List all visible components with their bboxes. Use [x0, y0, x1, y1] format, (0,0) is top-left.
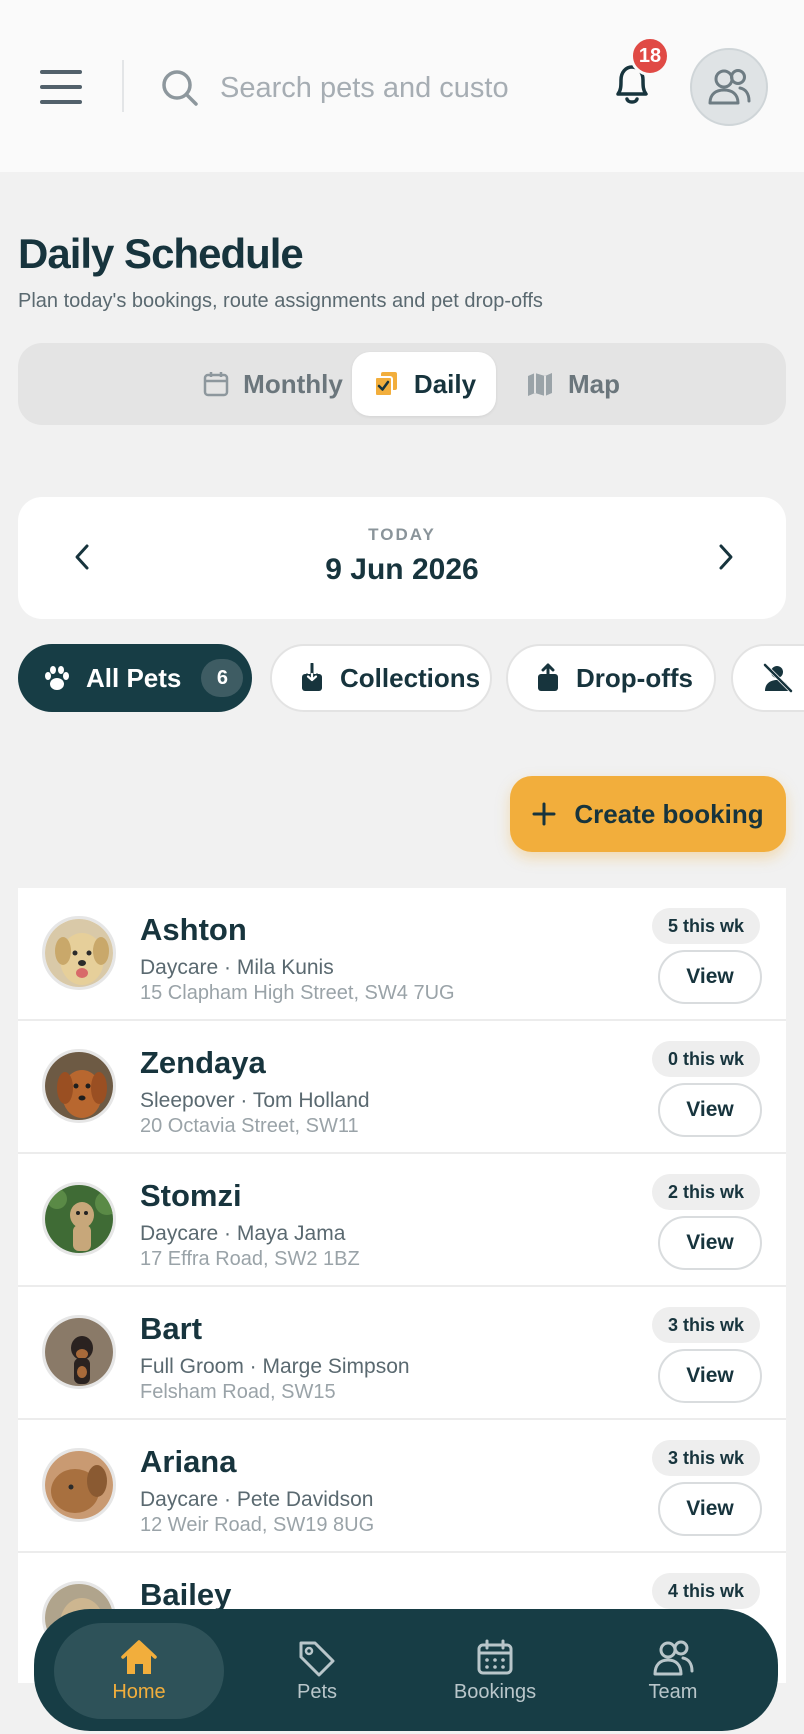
pet-service: Daycare · Maya Jama	[140, 1222, 346, 1245]
filter-chips: All Pets 6 Collections Drop-offs	[18, 644, 804, 712]
pet-service: Sleepover · Tom Holland	[140, 1089, 370, 1112]
users-icon	[708, 69, 751, 105]
search-input[interactable]	[220, 71, 510, 105]
current-date: 9 Jun 2026	[325, 553, 479, 586]
weekly-count-badge: 3 this wk	[651, 1307, 760, 1343]
search-icon	[162, 70, 198, 106]
page-subtitle: Plan today's bookings, route assignments…	[18, 290, 543, 312]
view-switch: Monthly Daily Map	[18, 343, 786, 425]
weekly-count-badge: 3 this wk	[651, 1440, 760, 1476]
user-off-icon	[763, 663, 793, 693]
filter-collections[interactable]: Collections	[270, 644, 492, 712]
pet-photo	[42, 916, 116, 990]
pet-service: Daycare · Mila Kunis	[140, 956, 334, 979]
pet-name: Ariana	[140, 1444, 237, 1479]
pet-address: 20 Octavia Street, SW11	[140, 1115, 359, 1137]
pet-address: Felsham Road, SW15	[140, 1381, 336, 1403]
filter-all-pets-label: All Pets	[86, 662, 182, 693]
view-button[interactable]: View	[658, 1083, 762, 1137]
top-bar: 18	[0, 0, 804, 172]
pet-address: 12 Weir Road, SW19 8UG	[140, 1514, 375, 1536]
create-booking-button[interactable]: Create booking	[510, 776, 786, 852]
pet-name: Zendaya	[140, 1045, 266, 1080]
nav-team-label: Team	[648, 1680, 698, 1703]
pet-photo	[42, 1315, 116, 1389]
collection-icon	[302, 663, 322, 691]
tab-daily[interactable]: Daily	[352, 352, 496, 416]
search-bar	[160, 60, 520, 116]
nav-home-label: Home	[112, 1680, 166, 1703]
nav-pets-label: Pets	[296, 1680, 338, 1703]
notification-badge: 18	[630, 36, 670, 76]
pet-photo	[42, 1049, 116, 1123]
profile-avatar[interactable]	[690, 48, 768, 126]
pet-name: Stomzi	[140, 1178, 242, 1213]
view-button[interactable]: View	[658, 950, 762, 1004]
calendar-grid-icon	[477, 1639, 513, 1674]
nav-home[interactable]: Home	[54, 1623, 224, 1719]
tab-monthly-label: Monthly	[243, 368, 343, 399]
plus-icon	[532, 802, 556, 826]
weekly-count-badge: 0 this wk	[651, 1041, 760, 1077]
date-label: TODAY	[368, 525, 436, 544]
page-title: Daily Schedule	[18, 230, 304, 277]
weekly-count-badge: 2 this wk	[651, 1174, 760, 1210]
pet-photo	[42, 1448, 116, 1522]
map-icon	[528, 373, 552, 396]
pet-photo	[42, 1182, 116, 1256]
filter-all-pets[interactable]: All Pets 6	[18, 644, 252, 712]
pet-address: 17 Effra Road, SW2 1BZ	[140, 1248, 360, 1270]
tab-monthly[interactable]: Monthly	[188, 352, 358, 416]
nav-bookings[interactable]: Bookings	[410, 1623, 580, 1719]
daily-check-icon	[373, 372, 397, 397]
bottom-navigation: Home Pets Bookings Team	[34, 1609, 778, 1731]
filter-dropoffs[interactable]: Drop-offs	[506, 644, 716, 712]
list-item[interactable]: Zendaya Sleepover · Tom Holland 20 Octav…	[18, 1021, 786, 1154]
view-button[interactable]: View	[658, 1349, 762, 1403]
filter-dropoffs-label: Drop-offs	[576, 662, 693, 693]
chevron-right-icon	[719, 544, 733, 570]
date-navigator: TODAY 9 Jun 2026	[18, 497, 786, 619]
pet-service: Full Groom · Marge Simpson	[140, 1355, 410, 1378]
create-booking-label: Create booking	[574, 798, 764, 829]
hamburger-menu-icon[interactable]	[40, 70, 82, 104]
list-item[interactable]: Ariana Daycare · Pete Davidson 12 Weir R…	[18, 1420, 786, 1553]
dropoff-icon	[538, 663, 558, 691]
pet-name: Ashton	[140, 912, 247, 947]
view-button[interactable]: View	[658, 1216, 762, 1270]
pet-service: Daycare · Pete Davidson	[140, 1488, 374, 1511]
tab-map-label: Map	[568, 368, 620, 399]
weekly-count-badge: 4 this wk	[651, 1573, 760, 1609]
team-icon	[653, 1640, 694, 1675]
weekly-count-badge: 5 this wk	[651, 908, 760, 944]
list-item[interactable]: Ashton Daycare · Mila Kunis 15 Clapham H…	[18, 888, 786, 1021]
list-item[interactable]: Stomzi Daycare · Maya Jama 17 Effra Road…	[18, 1154, 786, 1287]
pet-list: Ashton Daycare · Mila Kunis 15 Clapham H…	[18, 888, 786, 1683]
tab-daily-label: Daily	[413, 368, 477, 399]
pet-name: Bailey	[140, 1577, 232, 1612]
calendar-icon	[203, 372, 229, 397]
paw-icon	[45, 666, 69, 690]
view-button[interactable]: View	[658, 1482, 762, 1536]
all-pets-count-badge: 6	[201, 659, 244, 697]
pet-name: Bart	[140, 1311, 203, 1346]
nav-team[interactable]: Team	[588, 1623, 758, 1719]
pet-address: 15 Clapham High Street, SW4 7UG	[140, 982, 455, 1004]
nav-pets[interactable]: Pets	[232, 1623, 402, 1719]
next-day-button[interactable]	[704, 535, 748, 579]
filter-unassigned[interactable]	[731, 644, 804, 712]
nav-bookings-label: Bookings	[453, 1680, 537, 1703]
tab-map[interactable]: Map	[518, 352, 628, 416]
list-item[interactable]: Bart Full Groom · Marge Simpson Felsham …	[18, 1287, 786, 1420]
filter-collections-label: Collections	[340, 662, 481, 693]
home-icon	[121, 1639, 157, 1674]
header-divider	[122, 60, 124, 112]
tag-icon	[299, 1641, 335, 1676]
